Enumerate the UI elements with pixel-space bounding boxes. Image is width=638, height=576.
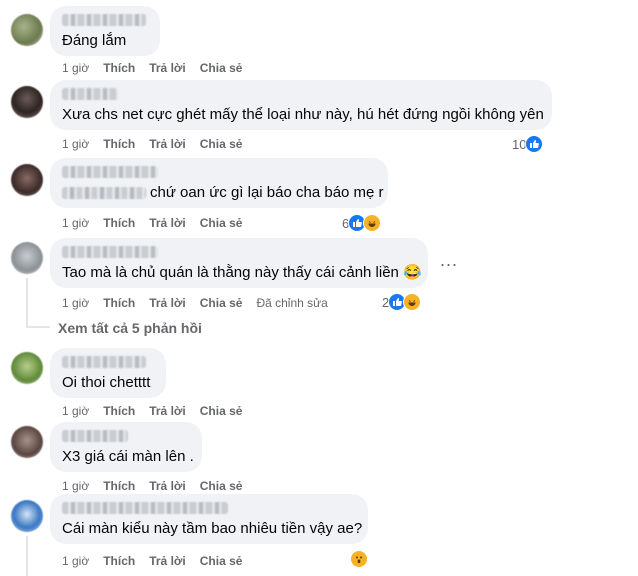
comment-text: Tao mà là chủ quán là thằng này thấy cái… — [62, 264, 422, 281]
like-button[interactable]: Thích — [103, 296, 135, 310]
comment-time[interactable]: 1 giờ — [62, 216, 89, 230]
like-button[interactable]: Thích — [103, 61, 135, 75]
haha-reaction-icon — [403, 293, 422, 311]
reaction-count: 10 — [512, 136, 527, 152]
reply-button[interactable]: Trả lời — [149, 216, 186, 230]
avatar[interactable] — [11, 426, 43, 458]
author-name-redacted[interactable] — [62, 246, 158, 258]
comment-bubble: chứ oan ức gì lại báo cha báo mẹ r — [50, 158, 388, 208]
comment-time[interactable]: 1 giờ — [62, 137, 89, 151]
avatar[interactable] — [11, 86, 43, 118]
share-button[interactable]: Chia sẻ — [200, 479, 243, 493]
reply-button[interactable]: Trả lời — [149, 404, 186, 418]
comment-bubble: X3 giá cái màn lên . — [50, 422, 202, 472]
view-all-replies-link[interactable]: Xem tất cả 5 phản hồi — [58, 320, 202, 336]
comment-actions: 1 giờ Thích Trả lời Chia sẻ — [62, 137, 256, 151]
like-button[interactable]: Thích — [103, 404, 135, 418]
haha-reaction-icon — [363, 214, 382, 232]
comment-actions: 1 giờ Thích Trả lời Chia sẻ — [62, 554, 256, 568]
more-options-icon[interactable]: ... — [440, 250, 458, 271]
comment-text-row: chứ oan ức gì lại báo cha báo mẹ r — [62, 183, 384, 202]
reply-button[interactable]: Trả lời — [149, 137, 186, 151]
comment-bubble: Cái màn kiểu này tầm bao nhiêu tiền vậy … — [50, 494, 368, 544]
comment-text: chứ oan ức gì lại báo cha báo mẹ r — [150, 184, 384, 201]
author-name-redacted[interactable] — [62, 502, 228, 514]
reaction-summary[interactable]: 6 — [342, 214, 382, 232]
comment-text: Cái màn kiểu này tầm bao nhiêu tiền vậy … — [62, 520, 363, 537]
share-button[interactable]: Chia sẻ — [200, 296, 243, 310]
like-reaction-icon — [525, 135, 544, 153]
comment-bubble: Đáng lắm — [50, 6, 160, 56]
comment-text: Xưa chs net cực ghét mấy thể loại như nà… — [62, 106, 544, 123]
comment-actions: 1 giờ Thích Trả lời Chia sẻ — [62, 216, 256, 230]
comment-bubble: Oi thoi chetttt — [50, 348, 166, 398]
author-name-redacted[interactable] — [62, 356, 146, 368]
reply-button[interactable]: Trả lời — [149, 61, 186, 75]
author-name-redacted[interactable] — [62, 166, 158, 178]
comment-text: X3 giá cái màn lên . — [62, 448, 194, 465]
avatar[interactable] — [11, 500, 43, 532]
reaction-summary[interactable]: 2 — [382, 293, 422, 311]
author-name-redacted[interactable] — [62, 14, 146, 26]
redacted-text — [62, 187, 146, 200]
reply-thread-connector — [26, 326, 50, 328]
wow-reaction-icon — [350, 550, 368, 568]
reply-button[interactable]: Trả lời — [149, 296, 186, 310]
share-button[interactable]: Chia sẻ — [200, 61, 243, 75]
comment-time[interactable]: 1 giờ — [62, 479, 89, 493]
avatar[interactable] — [11, 164, 43, 196]
comment-text: Oi thoi chetttt — [62, 374, 151, 391]
comment-time[interactable]: 1 giờ — [62, 404, 89, 418]
share-button[interactable]: Chia sẻ — [200, 554, 243, 568]
comment-bubble: Tao mà là chủ quán là thằng này thấy cái… — [50, 238, 428, 288]
like-button[interactable]: Thích — [103, 479, 135, 493]
author-name-redacted[interactable] — [62, 88, 118, 100]
edited-label: Đã chỉnh sửa — [256, 296, 328, 310]
comment-actions: 1 giờ Thích Trả lời Chia sẻ Đã chỉnh sửa — [62, 296, 342, 310]
author-name-redacted[interactable] — [62, 430, 128, 442]
comment-actions: 1 giờ Thích Trả lời Chia sẻ — [62, 404, 256, 418]
comment-time[interactable]: 1 giờ — [62, 554, 89, 568]
reply-thread-line — [26, 536, 28, 576]
reply-button[interactable]: Trả lời — [149, 479, 186, 493]
reply-thread-line — [26, 278, 28, 328]
share-button[interactable]: Chia sẻ — [200, 216, 243, 230]
like-button[interactable]: Thích — [103, 137, 135, 151]
share-button[interactable]: Chia sẻ — [200, 137, 243, 151]
avatar[interactable] — [11, 14, 43, 46]
reply-button[interactable]: Trả lời — [149, 554, 186, 568]
avatar[interactable] — [11, 242, 43, 274]
like-button[interactable]: Thích — [103, 216, 135, 230]
comment-time[interactable]: 1 giờ — [62, 296, 89, 310]
avatar[interactable] — [11, 352, 43, 384]
reaction-summary[interactable] — [350, 550, 368, 568]
comment-bubble: Xưa chs net cực ghét mấy thể loại như nà… — [50, 80, 552, 130]
comment-time[interactable]: 1 giờ — [62, 61, 89, 75]
comment-actions: 1 giờ Thích Trả lời Chia sẻ — [62, 61, 256, 75]
comment-text: Đáng lắm — [62, 32, 127, 49]
reaction-summary[interactable]: 10 — [512, 135, 544, 153]
like-button[interactable]: Thích — [103, 554, 135, 568]
comment-actions: 1 giờ Thích Trả lời Chia sẻ — [62, 479, 256, 493]
share-button[interactable]: Chia sẻ — [200, 404, 243, 418]
